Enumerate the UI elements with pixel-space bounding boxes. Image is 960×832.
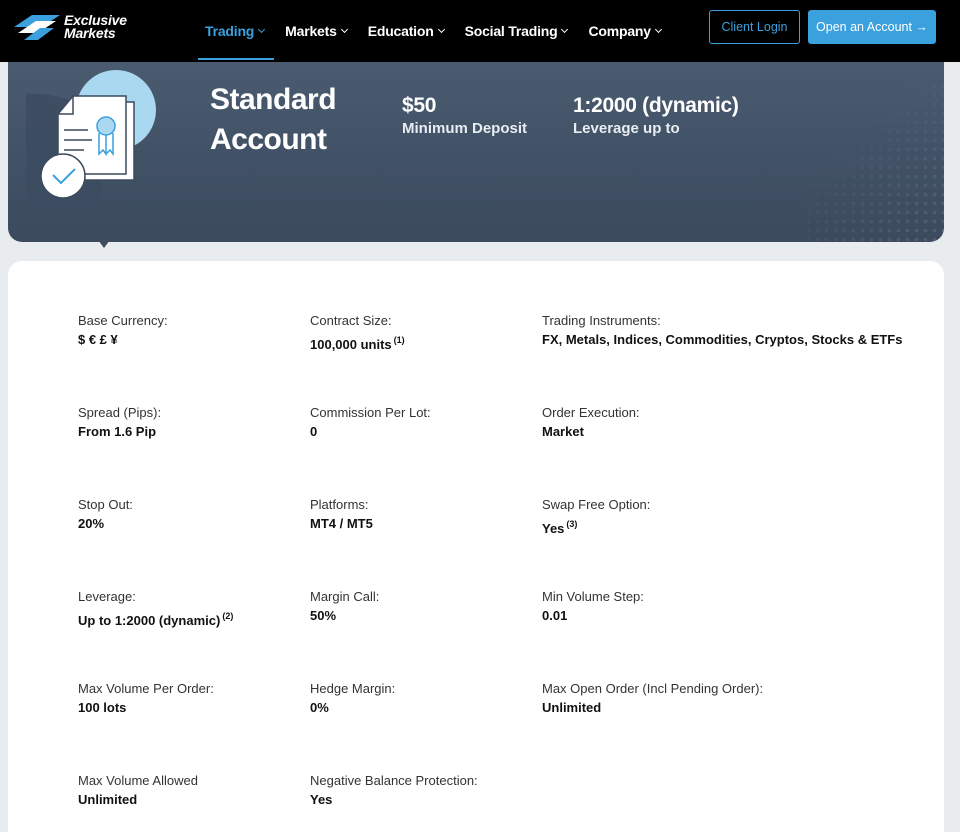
- deposit-value: $50: [402, 94, 437, 117]
- spec-item: Min Volume Step: 0.01: [542, 588, 872, 625]
- spec-item: Max Open Order (Incl Pending Order): Unl…: [542, 680, 872, 717]
- chevron-down-icon: [340, 25, 348, 34]
- logo-mark-icon: [14, 15, 60, 40]
- nav-item-education[interactable]: Education: [368, 0, 445, 62]
- spec-item: Negative Balance Protection: Yes: [310, 772, 640, 809]
- spec-value: Unlimited: [542, 700, 602, 715]
- certificate-illustration-icon: [26, 70, 156, 206]
- account-hero-banner: Standard Account $50 Minimum Deposit 1:2…: [8, 62, 944, 242]
- nav-item-company[interactable]: Company: [588, 0, 662, 62]
- spec-value: Yes: [310, 792, 333, 807]
- leverage-value: 1:2000 (dynamic): [573, 94, 739, 117]
- spec-key: Negative Balance Protection:: [310, 773, 478, 788]
- spec-value: Yes (3): [542, 519, 578, 536]
- spec-key: Min Volume Step:: [542, 589, 644, 604]
- logo-text: Exclusive Markets: [64, 12, 127, 41]
- main-menu: Trading Markets Education Social Trading…: [197, 0, 682, 62]
- spec-key: Trading Instruments:: [542, 313, 661, 328]
- nav-item-trading[interactable]: Trading: [197, 0, 275, 62]
- chevron-down-icon: [654, 25, 662, 34]
- deposit-label: Minimum Deposit: [402, 120, 528, 137]
- spec-item: Order Execution: Market: [542, 404, 872, 441]
- spec-item: Swap Free Option: Yes (3): [542, 496, 872, 538]
- footnote-marker: (3): [566, 519, 578, 529]
- spec-value: 0.01: [542, 608, 568, 623]
- spec-key: Max Open Order (Incl Pending Order):: [542, 681, 764, 696]
- exclusive-markets-logo[interactable]: Exclusive Markets: [12, 13, 136, 45]
- open-account-button[interactable]: Open an Account →: [808, 10, 936, 44]
- chevron-down-icon: [437, 25, 445, 34]
- minimum-deposit-stat: $50 Minimum Deposit: [402, 94, 527, 139]
- account-specs-card: Base Currency: $ € £ ¥ Contract Size: 10…: [8, 261, 944, 832]
- footnote-marker: (2): [222, 611, 234, 621]
- spec-key: Swap Free Option:: [542, 497, 651, 512]
- account-type-title: Standard Account: [210, 83, 337, 156]
- nav-item-markets[interactable]: Markets: [285, 0, 348, 62]
- top-navbar: Exclusive Markets Trading Markets Educat…: [0, 0, 960, 62]
- nav-item-social-trading[interactable]: Social Trading: [465, 0, 569, 62]
- spec-value: FX, Metals, Indices, Commodities, Crypto…: [542, 332, 903, 347]
- footnote-marker: (1): [393, 335, 405, 345]
- spec-item: Trading Instruments: FX, Metals, Indices…: [542, 312, 922, 349]
- chevron-down-icon: [561, 25, 569, 34]
- leverage-stat: 1:2000 (dynamic) Leverage up to: [573, 94, 739, 139]
- leverage-label: Leverage up to: [573, 120, 680, 137]
- spec-value: Market: [542, 424, 584, 439]
- spec-key: Order Execution:: [542, 405, 640, 420]
- banner-pointer-icon: [95, 236, 113, 248]
- client-login-button[interactable]: Client Login: [709, 10, 800, 44]
- dot-pattern-decoration: [804, 82, 944, 242]
- chevron-down-icon: [258, 25, 266, 34]
